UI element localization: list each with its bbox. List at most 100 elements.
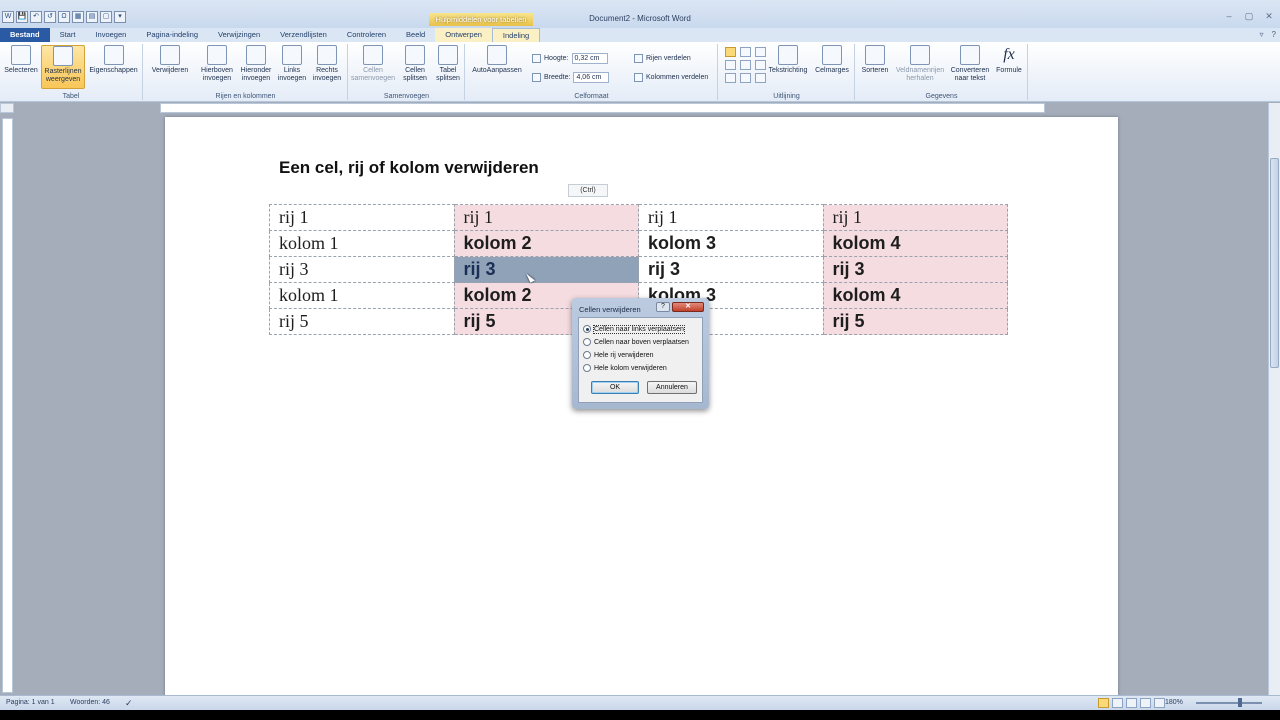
draft-view-icon[interactable] xyxy=(1154,698,1165,708)
tab-pagina-indeling[interactable]: Pagina-indeling xyxy=(136,28,208,42)
table-cell[interactable]: kolom 1 xyxy=(269,282,455,309)
dialog-help-button[interactable]: ? xyxy=(656,302,670,312)
tab-start[interactable]: Start xyxy=(50,28,86,42)
table-cell[interactable]: kolom 2 xyxy=(453,230,639,257)
group-celformaat: AutoAanpassen Hoogte: 0,32 cm Breedte: 4… xyxy=(466,44,718,100)
table-cell-selected[interactable]: rij 3 xyxy=(453,256,639,283)
sorteren-button[interactable]: Sorteren xyxy=(858,45,892,75)
autoaanpassen-label: AutoAanpassen xyxy=(472,67,522,74)
option-hele-kolom[interactable]: Hele kolom verwijderen xyxy=(583,363,667,373)
table-cell[interactable]: rij 1 xyxy=(453,204,639,231)
align-middle-center-icon[interactable] xyxy=(740,60,751,70)
web-layout-view-icon[interactable] xyxy=(1126,698,1137,708)
hieronder-invoegen-button[interactable]: Hieronder invoegen xyxy=(237,45,275,83)
status-word-count[interactable]: Woorden: 46 xyxy=(70,699,110,706)
align-top-center-icon[interactable] xyxy=(740,47,751,57)
tab-verzendlijsten[interactable]: Verzendlijsten xyxy=(270,28,337,42)
kolommen-verdelen-button[interactable]: Kolommen verdelen xyxy=(634,71,708,83)
new-document-icon[interactable]: ▢ xyxy=(100,11,112,23)
veldnamenrijen-button[interactable]: Veldnamenrijen herhalen xyxy=(893,45,947,83)
word-icon[interactable]: W xyxy=(2,11,14,23)
print-preview-icon[interactable]: ▤ xyxy=(86,11,98,23)
converteren-button[interactable]: Converteren naar tekst xyxy=(948,45,992,83)
table-cell[interactable]: kolom 1 xyxy=(269,230,455,257)
tab-ontwerpen[interactable]: Ontwerpen xyxy=(435,28,492,42)
table-icon[interactable]: ▦ xyxy=(72,11,84,23)
rijen-verdelen-button[interactable]: Rijen verdelen xyxy=(634,52,691,64)
breedte-input[interactable]: 4,06 cm xyxy=(573,71,610,83)
tab-verwijzingen[interactable]: Verwijzingen xyxy=(208,28,270,42)
align-middle-left-icon[interactable] xyxy=(725,60,736,70)
zoom-slider[interactable] xyxy=(1196,702,1262,704)
align-top-right-icon[interactable] xyxy=(755,47,766,57)
tabel-splitsen-button[interactable]: Tabel splitsen xyxy=(432,45,464,83)
table-cell[interactable]: rij 1 xyxy=(638,204,824,231)
tab-controleren[interactable]: Controleren xyxy=(337,28,396,42)
table-cell[interactable]: rij 1 xyxy=(822,204,1008,231)
undo-icon[interactable]: ↶ xyxy=(30,11,42,23)
links-invoegen-button[interactable]: Links invoegen xyxy=(276,45,308,83)
option-hele-rij[interactable]: Hele rij verwijderen xyxy=(583,350,654,360)
verwijderen-button[interactable]: Verwijderen xyxy=(146,45,194,75)
align-bottom-right-icon[interactable] xyxy=(755,73,766,83)
redo-icon[interactable]: ↺ xyxy=(44,11,56,23)
table-cell[interactable]: rij 1 xyxy=(269,204,455,231)
zoom-slider-handle[interactable] xyxy=(1238,698,1242,707)
option-cellen-links[interactable]: Cellen naar links verplaatsen xyxy=(583,324,685,334)
tab-invoegen[interactable]: Invoegen xyxy=(85,28,136,42)
rechts-invoegen-button[interactable]: Rechts invoegen xyxy=(310,45,344,83)
table-cell[interactable]: rij 3 xyxy=(822,256,1008,283)
table-cell[interactable]: rij 5 xyxy=(822,308,1008,335)
table-cell[interactable]: rij 3 xyxy=(269,256,455,283)
rasterlijnen-button[interactable]: Rasterlijnen weergeven xyxy=(41,45,85,89)
dialog-close-button[interactable]: ✕ xyxy=(672,302,704,312)
print-layout-view-icon[interactable] xyxy=(1098,698,1109,708)
celmarges-button[interactable]: Celmarges xyxy=(813,45,851,75)
hierboven-invoegen-button[interactable]: Hierboven invoegen xyxy=(198,45,236,83)
align-bottom-center-icon[interactable] xyxy=(740,73,751,83)
customize-qat-icon[interactable]: ▾ xyxy=(114,11,126,23)
save-icon[interactable]: 💾 xyxy=(16,11,28,23)
cellen-samenvoegen-button[interactable]: Cellen samenvoegen xyxy=(351,45,395,83)
table-cell[interactable]: kolom 3 xyxy=(638,230,824,257)
paste-options-button[interactable]: (Ctrl) xyxy=(568,184,608,197)
ribbon-help-area: ▿ ? xyxy=(1260,30,1276,39)
proofing-icon[interactable]: ✓ xyxy=(125,698,133,709)
tab-beeld[interactable]: Beeld xyxy=(396,28,435,42)
ok-button[interactable]: OK xyxy=(591,381,639,394)
tekstrichting-button[interactable]: Tekstrichting xyxy=(766,45,810,75)
table-cell[interactable]: rij 3 xyxy=(638,256,824,283)
vertical-ruler[interactable] xyxy=(2,118,13,693)
selecteren-button[interactable]: Selecteren xyxy=(2,45,40,75)
align-middle-right-icon[interactable] xyxy=(755,60,766,70)
close-button[interactable]: ✕ xyxy=(1262,11,1276,21)
align-top-left-icon[interactable] xyxy=(725,47,736,57)
table-cell[interactable]: rij 5 xyxy=(269,308,455,335)
align-bottom-left-icon[interactable] xyxy=(725,73,736,83)
formule-button[interactable]: fx Formule xyxy=(993,45,1025,75)
ruler-tab-selector[interactable] xyxy=(0,103,14,113)
status-page-count[interactable]: Pagina: 1 van 1 xyxy=(6,699,55,706)
minimize-ribbon-icon[interactable]: ▿ xyxy=(1260,30,1264,39)
table-cell[interactable]: kolom 4 xyxy=(822,230,1008,257)
symbol-icon[interactable]: Ω xyxy=(58,11,70,23)
autoaanpassen-button[interactable]: AutoAanpassen xyxy=(468,45,526,75)
option-cellen-boven[interactable]: Cellen naar boven verplaatsen xyxy=(583,337,689,347)
maximize-button[interactable]: ▢ xyxy=(1242,11,1256,21)
horizontal-ruler[interactable] xyxy=(160,103,1045,113)
cancel-button[interactable]: Annuleren xyxy=(647,381,697,394)
outline-view-icon[interactable] xyxy=(1140,698,1151,708)
vertical-scrollbar[interactable] xyxy=(1268,103,1280,695)
eigenschappen-button[interactable]: Eigenschappen xyxy=(86,45,141,75)
zoom-level[interactable]: 180% xyxy=(1165,699,1183,706)
radio-icon xyxy=(583,325,591,333)
table-cell[interactable]: kolom 4 xyxy=(822,282,1008,309)
scrollbar-thumb[interactable] xyxy=(1270,158,1279,368)
tab-indeling[interactable]: Indeling xyxy=(491,28,541,42)
tab-bestand[interactable]: Bestand xyxy=(0,28,50,42)
cellen-splitsen-button[interactable]: Cellen splitsen xyxy=(399,45,431,83)
minimize-button[interactable]: – xyxy=(1222,11,1236,21)
help-icon[interactable]: ? xyxy=(1272,30,1276,39)
full-screen-view-icon[interactable] xyxy=(1112,698,1123,708)
hoogte-input[interactable]: 0,32 cm xyxy=(571,52,608,64)
